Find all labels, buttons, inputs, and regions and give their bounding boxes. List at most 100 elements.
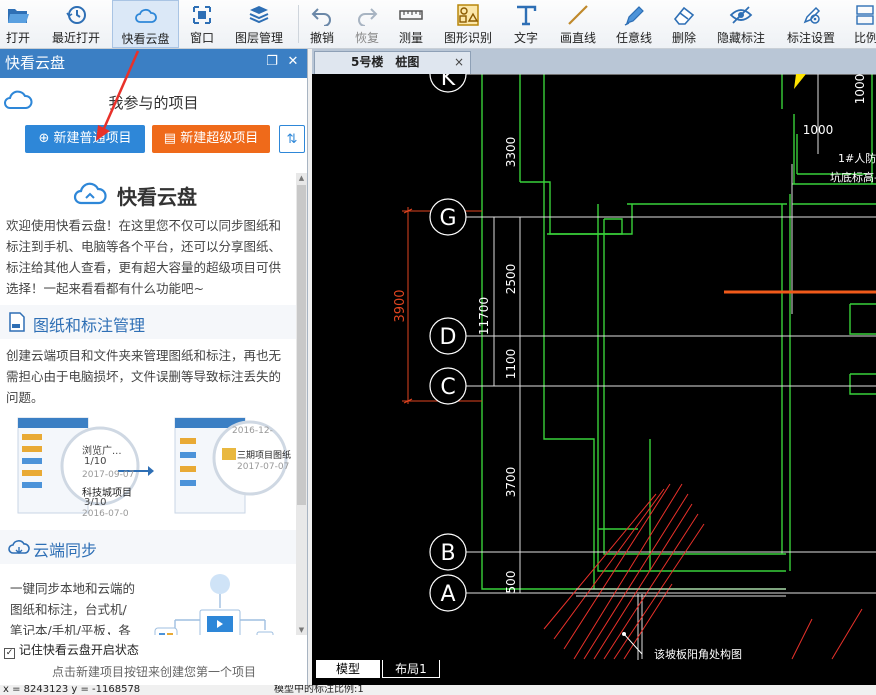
feature-drawings-title: 图纸和标注管理 <box>33 316 146 335</box>
redo-icon <box>358 8 378 26</box>
axis-lines <box>460 74 876 660</box>
layers-icon <box>249 6 269 24</box>
main-toolbar: 打开 最近打开 快看云盘 窗口 图层管理 撤销 恢复 测量 图形识别 文字 画直… <box>0 0 876 49</box>
recent-label: 最近打开 <box>51 31 100 45</box>
card3-date-2: 2017-07-07 <box>237 462 290 472</box>
axis-bubble-g: G <box>429 198 467 236</box>
cad-drawing-canvas[interactable]: K G D C B A 3300 2500 1100 3700 500 3900… <box>312 74 876 660</box>
restore-window-icon[interactable]: ❐ <box>265 55 279 69</box>
scale-button[interactable]: 比例 <box>850 0 876 48</box>
wall-lines <box>481 74 876 590</box>
clock-history-icon <box>66 6 86 24</box>
cloud-logo-icon <box>73 182 107 205</box>
new-super-project-button[interactable]: ▤ 新建超级项目 <box>152 125 270 153</box>
feature-drawings-illustration: 浏览广... 1/10 2017-09-07 科技城项目 3/10 2016-0… <box>0 408 296 526</box>
ruler-icon <box>399 10 423 20</box>
undo-button[interactable]: 撤销 <box>304 0 340 48</box>
remember-state-checkbox[interactable]: ✓ <box>4 648 15 659</box>
dimension-texts: 3300 2500 1100 3700 500 3900 11700 1000 … <box>393 74 876 660</box>
card3-date: 2016-12- <box>232 426 273 436</box>
tab-close-icon[interactable]: × <box>454 52 464 73</box>
promo-logo: 快看云盘 <box>0 173 296 215</box>
open-label: 打开 <box>5 31 30 45</box>
text-tool-icon <box>517 5 537 26</box>
layers-button[interactable]: 图层管理 <box>230 0 288 48</box>
text-button[interactable]: 文字 <box>508 0 544 48</box>
promo-title: 快看云盘 <box>117 185 197 209</box>
dim-3900: 3900 <box>393 289 408 322</box>
cloud-sync-icon <box>8 540 30 554</box>
remember-state-label: 记住快看云盘开启状态 <box>18 643 139 657</box>
mark-settings-button[interactable]: 标注设置 <box>782 0 840 48</box>
undo-label: 撤销 <box>309 31 334 45</box>
redo-button[interactable]: 恢复 <box>349 0 385 48</box>
sync-arrows-icon: ⇅ <box>286 132 298 147</box>
undo-icon <box>311 8 331 26</box>
line-button[interactable]: 画直线 <box>556 0 600 48</box>
card1-count: 1/10 <box>84 456 107 467</box>
remember-state-checkbox-row[interactable]: ✓ 记住快看云盘开启状态 <box>0 641 308 659</box>
dim-11700: 11700 <box>477 297 491 335</box>
cloud-label: 快看云盘 <box>121 32 170 46</box>
close-icon[interactable]: ✕ <box>286 55 300 69</box>
scroll-down-arrow-icon[interactable]: ▼ <box>296 625 307 635</box>
layout-tab-layout1[interactable]: 布局1 <box>382 660 440 678</box>
svg-text:D: D <box>440 325 457 350</box>
scale-ratio-icon <box>856 5 874 25</box>
axis-bubble-k: K <box>429 74 467 93</box>
empty-project-hint: 点击新建项目按钮来创建您第一个项目 <box>51 665 256 679</box>
feature-drawings-text: 创建云端项目和文件夹来管理图纸和标注，再也无需担心由于电脑损坏，文件误删等导致标… <box>6 348 282 405</box>
recent-button[interactable]: 最近打开 <box>45 0 107 48</box>
card1-date: 2017-09-07 <box>82 470 135 480</box>
feature-sync-text: 一键同步本地和云端的图纸和标注，台式机/笔记本/手机/平板，各个平台图纸标 <box>10 581 136 635</box>
dim-1000-vertical: 1000 <box>853 74 867 104</box>
document-icon: ▤ <box>163 131 177 146</box>
cloud-button[interactable]: 快看云盘 <box>112 0 179 48</box>
status-bar: x = 8243123 y = -1168578 模型中的标注比例:1 <box>0 685 876 695</box>
recognize-label: 图形识别 <box>443 31 492 45</box>
window-button[interactable]: 窗口 <box>184 0 220 48</box>
recognize-button[interactable]: 图形识别 <box>439 0 497 48</box>
yellow-marker <box>794 74 806 89</box>
freeline-button[interactable]: 任意线 <box>612 0 656 48</box>
freeline-label: 任意线 <box>615 31 652 45</box>
svg-text:C: C <box>440 375 455 400</box>
layout-tab-model[interactable]: 模型 <box>316 660 380 678</box>
project-buttons: ⊕ 新建普通项目 ▤ 新建超级项目 ⇅ <box>0 120 307 160</box>
note-civil-defense: 1#人防集 <box>838 151 876 165</box>
card2-count: 3/10 <box>84 497 107 508</box>
text-label: 文字 <box>513 31 538 45</box>
dim-1100: 1100 <box>504 349 518 380</box>
pointer-arrow-annotation <box>96 50 140 141</box>
measure-button[interactable]: 测量 <box>393 0 429 48</box>
cloud-icon <box>134 8 157 23</box>
note-slope-corner: 该坡板阳角处构图 <box>654 647 742 660</box>
window-label: 窗口 <box>189 31 214 45</box>
sync-button[interactable]: ⇅ <box>279 125 305 153</box>
measure-label: 测量 <box>398 31 423 45</box>
delete-button[interactable]: 删除 <box>666 0 702 48</box>
app-window: 打开 最近打开 快看云盘 窗口 图层管理 撤销 恢复 测量 图形识别 文字 画直… <box>0 0 876 695</box>
promo-content: 快看云盘 欢迎使用快看云盘！在这里您不仅可以同步图纸和标注到手机、电脑等各个平台… <box>0 173 296 635</box>
hide-marks-button[interactable]: 隐藏标注 <box>712 0 770 48</box>
scale-label: 比例 <box>854 31 876 45</box>
cloud-panel-header: 快看云盘 ❐ ✕ <box>0 49 307 78</box>
note-pit-elevation: 坑底标高-7 <box>830 170 876 184</box>
delete-label: 删除 <box>671 31 696 45</box>
hide-marks-label: 隐藏标注 <box>716 31 765 45</box>
toolbar-separator <box>298 5 299 43</box>
axis-bubble-d: D <box>429 317 467 355</box>
scrollbar-thumb[interactable] <box>297 185 306 505</box>
scroll-up-arrow-icon[interactable]: ▲ <box>296 173 307 183</box>
project-section-title: 我参与的项目 <box>108 94 199 112</box>
document-tab[interactable]: 5号楼 桩图 × <box>314 51 471 74</box>
feature-drawings-header: 图纸和标注管理 <box>0 305 296 339</box>
svg-text:K: K <box>441 74 456 91</box>
card1-name: 浏览广... <box>82 446 122 457</box>
leader-line <box>623 633 643 655</box>
line-label: 画直线 <box>559 31 596 45</box>
axis-bubble-c: C <box>429 367 467 405</box>
promo-scrollbar[interactable]: ▲ ▼ <box>296 173 307 635</box>
open-button[interactable]: 打开 <box>0 0 36 48</box>
eraser-icon <box>673 6 695 25</box>
